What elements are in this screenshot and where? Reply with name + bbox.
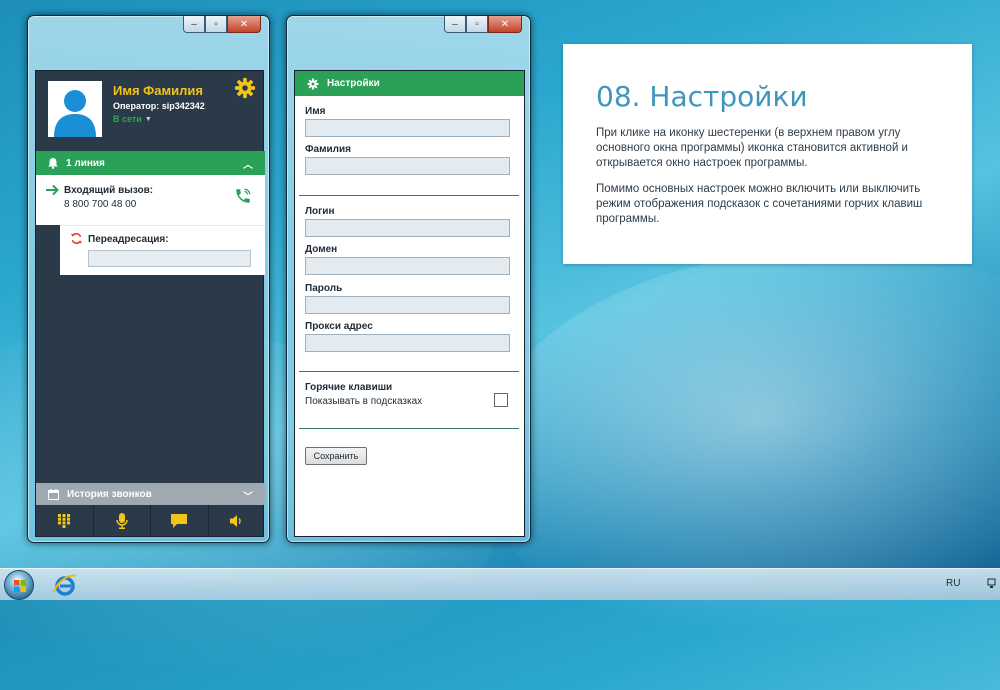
window-controls: – ▫ ✕ [183,16,261,33]
password-label: Пароль [305,283,343,294]
window-controls: – ▫ ✕ [444,16,522,33]
section-divider [299,428,519,429]
language-indicator[interactable]: RU [946,578,960,589]
last-name-label: Фамилия [305,144,351,155]
minimize-button[interactable]: – [444,16,466,33]
start-button[interactable] [4,570,34,600]
presence-status[interactable]: В сети ▼ [113,114,152,124]
redirect-label: Переадресация: [88,234,169,245]
redirect-card: Переадресация: [60,225,265,275]
line-1-header[interactable]: 1 линия ︿ [36,151,265,175]
hotkeys-title: Горячие клавиши [305,382,393,393]
bell-icon [48,157,58,169]
history-label: История звонков [67,488,152,500]
hotkeys-hint-label: Показывать в подсказках [305,396,423,407]
first-name-label: Имя [305,106,326,117]
avatar [48,81,102,137]
user-name: Имя Фамилия [113,83,203,98]
arrow-right-icon [46,184,59,196]
chat-icon [171,514,188,528]
speaker-button[interactable] [209,505,266,537]
login-label: Логин [305,206,335,217]
close-button[interactable]: ✕ [227,16,261,33]
password-input[interactable] [305,296,510,314]
profile-header: Имя Фамилия Оператор: sip342342 В сети ▼ [36,71,263,149]
network-icon[interactable] [987,578,999,590]
windows-logo-icon [14,580,26,592]
phone-client-area: Имя Фамилия Оператор: sip342342 В сети ▼ [35,70,265,537]
settings-header: Настройки [295,71,524,96]
proxy-label: Прокси адрес [305,321,373,332]
settings-window: – ▫ ✕ Настройки Имя Фамилия Логин Домен … [286,15,531,543]
chat-button[interactable] [151,505,209,537]
section-divider [299,371,519,372]
domain-input[interactable] [305,257,510,275]
line-label: 1 линия [66,157,105,169]
microphone-icon [116,513,128,529]
presence-label: В сети [113,114,142,124]
call-history-bar[interactable]: История звонков ﹀ [36,483,265,505]
keypad-icon [58,514,71,528]
answer-phone-icon[interactable] [234,187,252,205]
settings-client-area: Настройки Имя Фамилия Логин Домен Пароль… [294,70,525,537]
incoming-call-title: Входящий вызов: [64,185,154,196]
calendar-icon [48,488,59,500]
maximize-button[interactable]: ▫ [205,16,227,33]
gear-icon [234,77,256,99]
bottom-toolbar [36,505,265,537]
first-name-input[interactable] [305,119,510,137]
minimize-button[interactable]: – [183,16,205,33]
redirect-number-input[interactable] [88,250,251,267]
maximize-button[interactable]: ▫ [466,16,488,33]
hotkeys-hint-checkbox[interactable] [494,393,508,407]
chevron-down-icon: ▼ [144,115,152,123]
chevron-up-icon: ︿ [243,160,253,171]
taskbar: RU [0,568,1000,600]
speaker-icon [229,515,241,527]
internet-explorer-button[interactable] [52,572,78,598]
redirect-arrows-icon [70,233,83,244]
phone-window: – ▫ ✕ Имя Фамилия Оператор: sip342342 В … [27,15,270,543]
settings-gear-button[interactable] [234,77,256,99]
section-divider [299,195,519,196]
save-button[interactable]: Сохранить [305,447,367,465]
info-paragraph-2: Помимо основных настроек можно включить … [596,183,923,225]
domain-label: Домен [305,244,338,255]
settings-title: Настройки [327,78,380,89]
proxy-input[interactable] [305,334,510,352]
incoming-call-card[interactable]: Входящий вызов: 8 800 700 48 00 [36,175,265,225]
user-silhouette-icon [48,81,102,137]
microphone-button[interactable] [94,505,151,537]
last-name-input[interactable] [305,157,510,175]
keypad-button[interactable] [36,505,94,537]
info-panel: 08. Настройки При клике на иконку шестер… [563,44,972,264]
gear-icon [307,78,319,89]
caller-number: 8 800 700 48 00 [64,199,137,210]
operator-id: Оператор: sip342342 [113,101,205,111]
internet-explorer-icon [53,574,77,596]
info-paragraph-1: При клике на иконку шестеренки (в верхне… [596,127,908,169]
login-input[interactable] [305,219,510,237]
info-title: 08. Настройки [596,80,808,113]
chevron-down-icon: ﹀ [243,492,253,503]
close-button[interactable]: ✕ [488,16,522,33]
